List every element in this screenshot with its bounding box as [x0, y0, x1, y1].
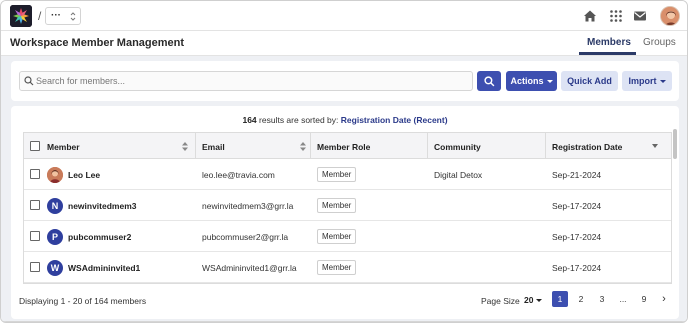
member-avatar: W	[47, 259, 63, 276]
page-title: Workspace Member Management	[10, 37, 185, 49]
members-table: Member Email Member Role Community Regis…	[23, 132, 672, 284]
quick-add-button[interactable]: Quick Add	[561, 71, 618, 91]
breadcrumb-separator: /	[38, 9, 42, 23]
role-cell: Member	[317, 190, 357, 221]
role-badge: Member	[317, 198, 357, 213]
table-row[interactable]: Leo Lee leo.lee@travia.com Member Digita…	[24, 159, 671, 190]
row-checkbox[interactable]	[30, 200, 40, 210]
page-size-select[interactable]: 20	[524, 292, 548, 308]
column-member-label: Member	[47, 142, 80, 152]
member-avatar: P	[47, 228, 63, 245]
email-cell: newinvitedmem3@grr.la	[202, 200, 294, 211]
registration-date-cell: Sep-17-2024	[552, 262, 602, 273]
member-avatar	[47, 166, 63, 183]
sort-icon[interactable]	[182, 142, 188, 151]
registration-date-cell: Sep-17-2024	[552, 231, 602, 242]
page-button-3[interactable]: 3	[594, 291, 610, 307]
role-cell: Member	[317, 252, 357, 283]
registration-date-cell: Sep-21-2024	[552, 169, 602, 180]
table-row[interactable]: N newinvitedmem3 newinvitedmem3@grr.la M…	[24, 190, 671, 221]
next-page-button[interactable]: ›	[656, 291, 672, 307]
members-card: 164 results are sorted by: Registration …	[11, 106, 679, 319]
caret-down-icon	[536, 298, 543, 302]
select-all-checkbox[interactable]	[30, 141, 40, 151]
member-name[interactable]: Leo Lee	[68, 170, 100, 180]
tab-members[interactable]: Members	[587, 37, 631, 48]
page-size-label: Page Size	[481, 296, 520, 306]
community-cell: Digital Detox	[434, 169, 483, 180]
sort-desc-icon[interactable]	[652, 144, 658, 148]
member-name[interactable]: WSAdmininvited1	[68, 263, 140, 273]
table-header: Member Email Member Role Community Regis…	[24, 133, 671, 159]
page-button-2[interactable]: 2	[573, 291, 589, 307]
caret-down-icon	[546, 79, 553, 83]
member-name[interactable]: newinvitedmem3	[68, 201, 137, 211]
column-header-email[interactable]: Email	[196, 133, 311, 159]
top-bar: / ···	[1, 1, 687, 31]
page-header: Workspace Member Management Members Grou…	[1, 31, 687, 56]
quick-add-button-label: Quick Add	[567, 76, 612, 86]
email-cell: leo.lee@travia.com	[202, 169, 275, 180]
role-cell: Member	[317, 159, 357, 190]
toolbar: Actions Quick Add Import	[11, 61, 679, 101]
role-badge: Member	[317, 167, 357, 182]
member-cell: N newinvitedmem3	[47, 190, 137, 221]
page-ellipsis: ...	[619, 294, 627, 304]
registration-date-cell: Sep-17-2024	[552, 200, 602, 211]
search-input[interactable]	[19, 71, 473, 91]
page-size-value: 20	[524, 295, 534, 305]
member-name[interactable]: pubcommuser2	[68, 232, 131, 242]
apps-grid-icon[interactable]	[608, 8, 624, 24]
workspace-selector-value: ···	[51, 10, 61, 21]
import-button[interactable]: Import	[622, 71, 672, 91]
page-button-9[interactable]: 9	[636, 291, 652, 307]
results-sorted-text: results are sorted by:	[259, 115, 339, 125]
column-header-member[interactable]: Member	[24, 133, 196, 159]
active-tab-indicator	[579, 52, 636, 55]
column-role-label: Member Role	[317, 142, 371, 152]
email-cell: pubcommuser2@grr.la	[202, 231, 289, 242]
page-button-1[interactable]: 1	[552, 291, 568, 307]
results-summary: 164 results are sorted by: Registration …	[11, 115, 679, 125]
mail-icon[interactable]	[632, 8, 648, 24]
user-avatar[interactable]	[660, 6, 680, 26]
role-badge: Member	[317, 260, 357, 275]
sort-key-link[interactable]: Registration Date (Recent)	[341, 115, 448, 125]
search-icon	[483, 75, 494, 86]
actions-button[interactable]: Actions	[506, 71, 557, 91]
column-date-label: Registration Date	[552, 142, 623, 152]
role-badge: Member	[317, 229, 357, 244]
import-button-label: Import	[628, 76, 657, 86]
workspace-selector[interactable]: ···	[45, 7, 81, 25]
search-button[interactable]	[477, 71, 501, 91]
row-checkbox[interactable]	[30, 262, 40, 272]
app-logo[interactable]	[10, 5, 32, 27]
table-row[interactable]: W WSAdmininvited1 WSAdmininvited1@grr.la…	[24, 252, 671, 283]
sort-icon[interactable]	[300, 142, 306, 151]
role-cell: Member	[317, 221, 357, 252]
member-cell: Leo Lee	[47, 159, 100, 190]
member-cell: W WSAdmininvited1	[47, 252, 140, 283]
search-icon	[24, 76, 34, 86]
scrollbar[interactable]	[673, 129, 677, 159]
member-avatar: N	[47, 197, 63, 214]
displaying-count: Displaying 1 - 20 of 164 members	[19, 296, 147, 306]
column-email-label: Email	[202, 142, 225, 152]
row-checkbox[interactable]	[30, 169, 40, 179]
tab-groups[interactable]: Groups	[643, 37, 676, 48]
member-cell: P pubcommuser2	[47, 221, 131, 252]
results-count: 164	[242, 115, 257, 125]
app-window: / ··· Workspace Member Management Member…	[0, 0, 688, 323]
column-community-label: Community	[434, 142, 481, 152]
home-icon[interactable]	[582, 8, 598, 24]
table-row[interactable]: P pubcommuser2 pubcommuser2@grr.la Membe…	[24, 221, 671, 252]
row-checkbox[interactable]	[30, 231, 40, 241]
column-header-registration-date[interactable]: Registration Date	[546, 133, 664, 159]
caret-down-icon	[659, 79, 666, 83]
actions-button-label: Actions	[510, 76, 544, 86]
column-header-role: Member Role	[311, 133, 428, 159]
updown-chevron-icon	[70, 12, 76, 21]
column-header-community: Community	[428, 133, 546, 159]
email-cell: WSAdmininvited1@grr.la	[202, 262, 297, 273]
